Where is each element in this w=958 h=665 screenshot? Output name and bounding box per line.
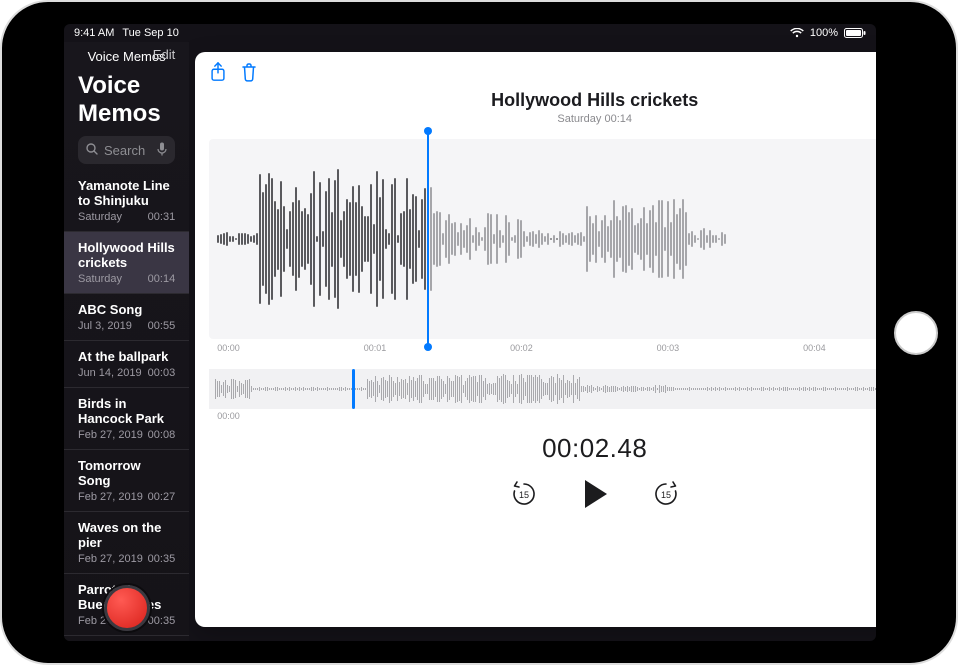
detail-wrap: Edit Hollywood Hills crickets Saturday 0… — [189, 42, 876, 641]
svg-text:15: 15 — [661, 490, 671, 500]
memo-item[interactable]: Hollywood Hills crickets Saturday 00:14 — [64, 232, 189, 294]
overview-playhead[interactable] — [352, 369, 355, 409]
play-button[interactable] — [581, 478, 609, 510]
wifi-icon — [790, 28, 804, 38]
sidebar-title: Voice Memos — [64, 70, 189, 136]
overview-ruler: 00:00 00:14 — [209, 409, 876, 421]
dictation-icon[interactable] — [157, 142, 167, 159]
time-ruler: 00:0000:0100:0200:0300:0400:05 — [209, 339, 876, 353]
memo-title: Tomorrow Song — [78, 458, 175, 488]
playhead[interactable] — [427, 131, 429, 347]
sidebar: Voice Memos Edit Voice Memos Search Yama… — [64, 42, 189, 641]
memo-date: Feb 27, 2019 — [78, 553, 143, 565]
memo-duration: 00:14 — [148, 273, 176, 285]
memo-list[interactable]: Yamanote Line to Shinjuku Saturday 00:31 Ho… — [64, 170, 189, 641]
detail-title: Hollywood Hills crickets — [209, 90, 876, 111]
current-time: 00:02.48 — [209, 433, 876, 464]
playback-controls: 15 15 — [209, 478, 876, 510]
record-button-container — [64, 585, 189, 631]
memo-title: ABC Song — [78, 302, 175, 317]
memo-duration: 00:08 — [148, 429, 176, 441]
memo-title: Waves on the pier — [78, 520, 175, 550]
status-date: Tue Sep 10 — [122, 27, 178, 39]
record-button[interactable] — [104, 585, 150, 631]
sidebar-nav: Voice Memos Edit — [64, 42, 189, 70]
overview-ruler-start: 00:00 — [217, 411, 240, 421]
memo-item[interactable]: Waves on the pier Feb 27, 2019 00:35 — [64, 512, 189, 574]
app: Voice Memos Edit Voice Memos Search Yama… — [64, 42, 876, 641]
waveform-overview[interactable] — [209, 369, 876, 409]
waveform-main[interactable] — [209, 139, 876, 339]
ruler-tick: 00:03 — [657, 343, 680, 353]
skip-back-15-button[interactable]: 15 — [509, 479, 539, 509]
memo-date: Saturday — [78, 273, 122, 285]
delete-button[interactable] — [241, 62, 257, 82]
memo-date: Jul 3, 2019 — [78, 320, 132, 332]
ipad-frame: 9:41 AM Tue Sep 10 100% Voice Memos Edit — [0, 0, 958, 665]
memo-duration: 00:35 — [148, 553, 176, 565]
detail-panel: Edit Hollywood Hills crickets Saturday 0… — [195, 52, 876, 627]
memo-duration: 00:55 — [148, 320, 176, 332]
screen: 9:41 AM Tue Sep 10 100% Voice Memos Edit — [64, 24, 876, 641]
memo-title: Birds in Hancock Park — [78, 396, 175, 426]
search-placeholder: Search — [104, 143, 145, 158]
search-icon — [86, 143, 98, 158]
memo-item[interactable]: Tomorrow Song Feb 27, 2019 00:27 — [64, 450, 189, 512]
home-button[interactable] — [894, 311, 938, 355]
ruler-tick: 00:01 — [364, 343, 387, 353]
svg-text:15: 15 — [519, 490, 529, 500]
memo-item[interactable]: ABC Song Jul 3, 2019 00:55 — [64, 294, 189, 341]
memo-date: Feb 27, 2019 — [78, 429, 143, 441]
ruler-tick: 00:02 — [510, 343, 533, 353]
share-button[interactable] — [209, 62, 227, 82]
memo-item[interactable]: Yamanote Line to Shinjuku Saturday 00:31 — [64, 170, 189, 232]
ruler-tick: 00:04 — [803, 343, 826, 353]
memo-title: Yamanote Line to Shinjuku — [78, 178, 175, 208]
skip-forward-15-button[interactable]: 15 — [651, 479, 681, 509]
status-bar: 9:41 AM Tue Sep 10 100% — [64, 24, 876, 42]
search-input[interactable]: Search — [78, 136, 175, 164]
status-time: 9:41 AM — [74, 27, 114, 39]
memo-date: Jun 14, 2019 — [78, 367, 142, 379]
detail-toolbar: Edit — [209, 60, 876, 84]
memo-duration: 00:27 — [148, 491, 176, 503]
ruler-tick: 00:00 — [217, 343, 240, 353]
memo-title: Hollywood Hills crickets — [78, 240, 175, 270]
memo-item[interactable]: At the ballpark Jun 14, 2019 00:03 — [64, 341, 189, 388]
memo-duration: 00:31 — [148, 211, 176, 223]
status-battery-text: 100% — [810, 27, 838, 39]
memo-date: Feb 27, 2019 — [78, 491, 143, 503]
memo-title: At the ballpark — [78, 349, 175, 364]
memo-duration: 00:03 — [148, 367, 176, 379]
battery-icon — [844, 28, 866, 38]
detail-subtitle: Saturday 00:14 — [209, 113, 876, 125]
memo-item[interactable]: Birds in Hancock Park Feb 27, 2019 00:08 — [64, 388, 189, 450]
sidebar-edit-button[interactable]: Edit — [153, 47, 175, 62]
memo-date: Saturday — [78, 211, 122, 223]
